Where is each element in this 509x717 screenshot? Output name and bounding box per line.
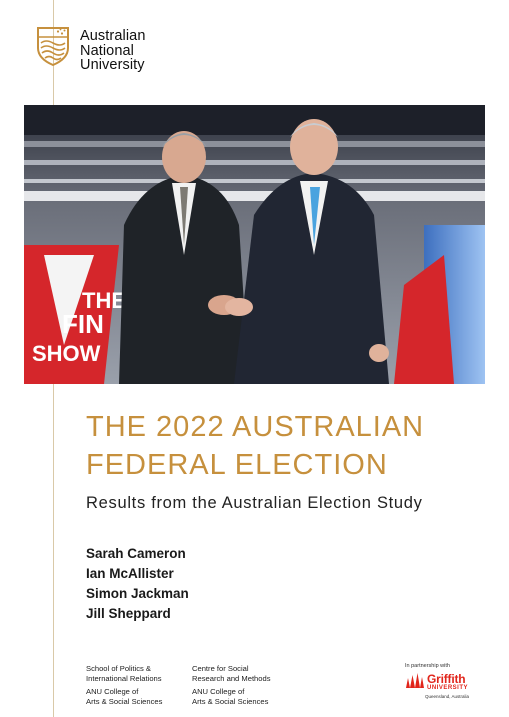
author-name: Simon Jackman: [86, 586, 189, 601]
anu-logo: Australian National University: [36, 26, 145, 73]
affiliation-politics: School of Politics & International Relat…: [86, 664, 162, 706]
author-name: Ian McAllister: [86, 566, 174, 581]
affiliation-line: Centre for Social: [192, 664, 249, 673]
report-title: THE 2022 AUSTRALIAN FEDERAL ELECTION: [86, 408, 486, 484]
affiliation-line: School of Politics &: [86, 664, 151, 673]
cover-photo: THE FIN SHOW: [24, 105, 485, 384]
affiliation-line: International Relations: [86, 673, 162, 683]
author-list: Sarah Cameron Ian McAllister Simon Jackm…: [86, 544, 189, 624]
affiliation-line: ANU College of: [192, 687, 245, 697]
affiliation-line: Arts & Social Sciences: [192, 696, 269, 706]
griffith-location: Queensland, Australia: [425, 694, 470, 699]
backdrop-text-2: FIN: [62, 309, 104, 339]
affiliation-line: Arts & Social Sciences: [86, 696, 163, 706]
report-subtitle: Results from the Australian Election Stu…: [86, 494, 423, 512]
griffith-logo: Griffith UNIVERSITY: [405, 672, 487, 693]
anu-wordmark: Australian National University: [80, 29, 145, 73]
partner-block: In partnership with Griffith UNIVERSITY …: [405, 663, 487, 699]
anu-crest-icon: [36, 26, 70, 66]
griffith-sub: UNIVERSITY: [427, 684, 469, 691]
logo-line-1: Australian: [80, 28, 146, 44]
backdrop-text-3: SHOW: [32, 341, 101, 366]
logo-line-3: University: [80, 57, 145, 73]
partner-label: In partnership with: [405, 663, 450, 669]
griffith-flame-icon: [405, 672, 425, 693]
affiliation-line: Research and Methods: [192, 673, 271, 683]
griffith-name: Griffith: [427, 671, 466, 686]
logo-line-2: National: [80, 42, 134, 59]
affiliation-line: ANU College of: [86, 687, 139, 697]
author-name: Jill Sheppard: [86, 606, 171, 621]
title-line-1: THE 2022 AUSTRALIAN: [86, 411, 425, 443]
author-name: Sarah Cameron: [86, 546, 186, 561]
title-line-2: FEDERAL ELECTION: [86, 449, 388, 481]
affiliation-social-research: Centre for Social Research and Methods A…: [192, 664, 271, 706]
